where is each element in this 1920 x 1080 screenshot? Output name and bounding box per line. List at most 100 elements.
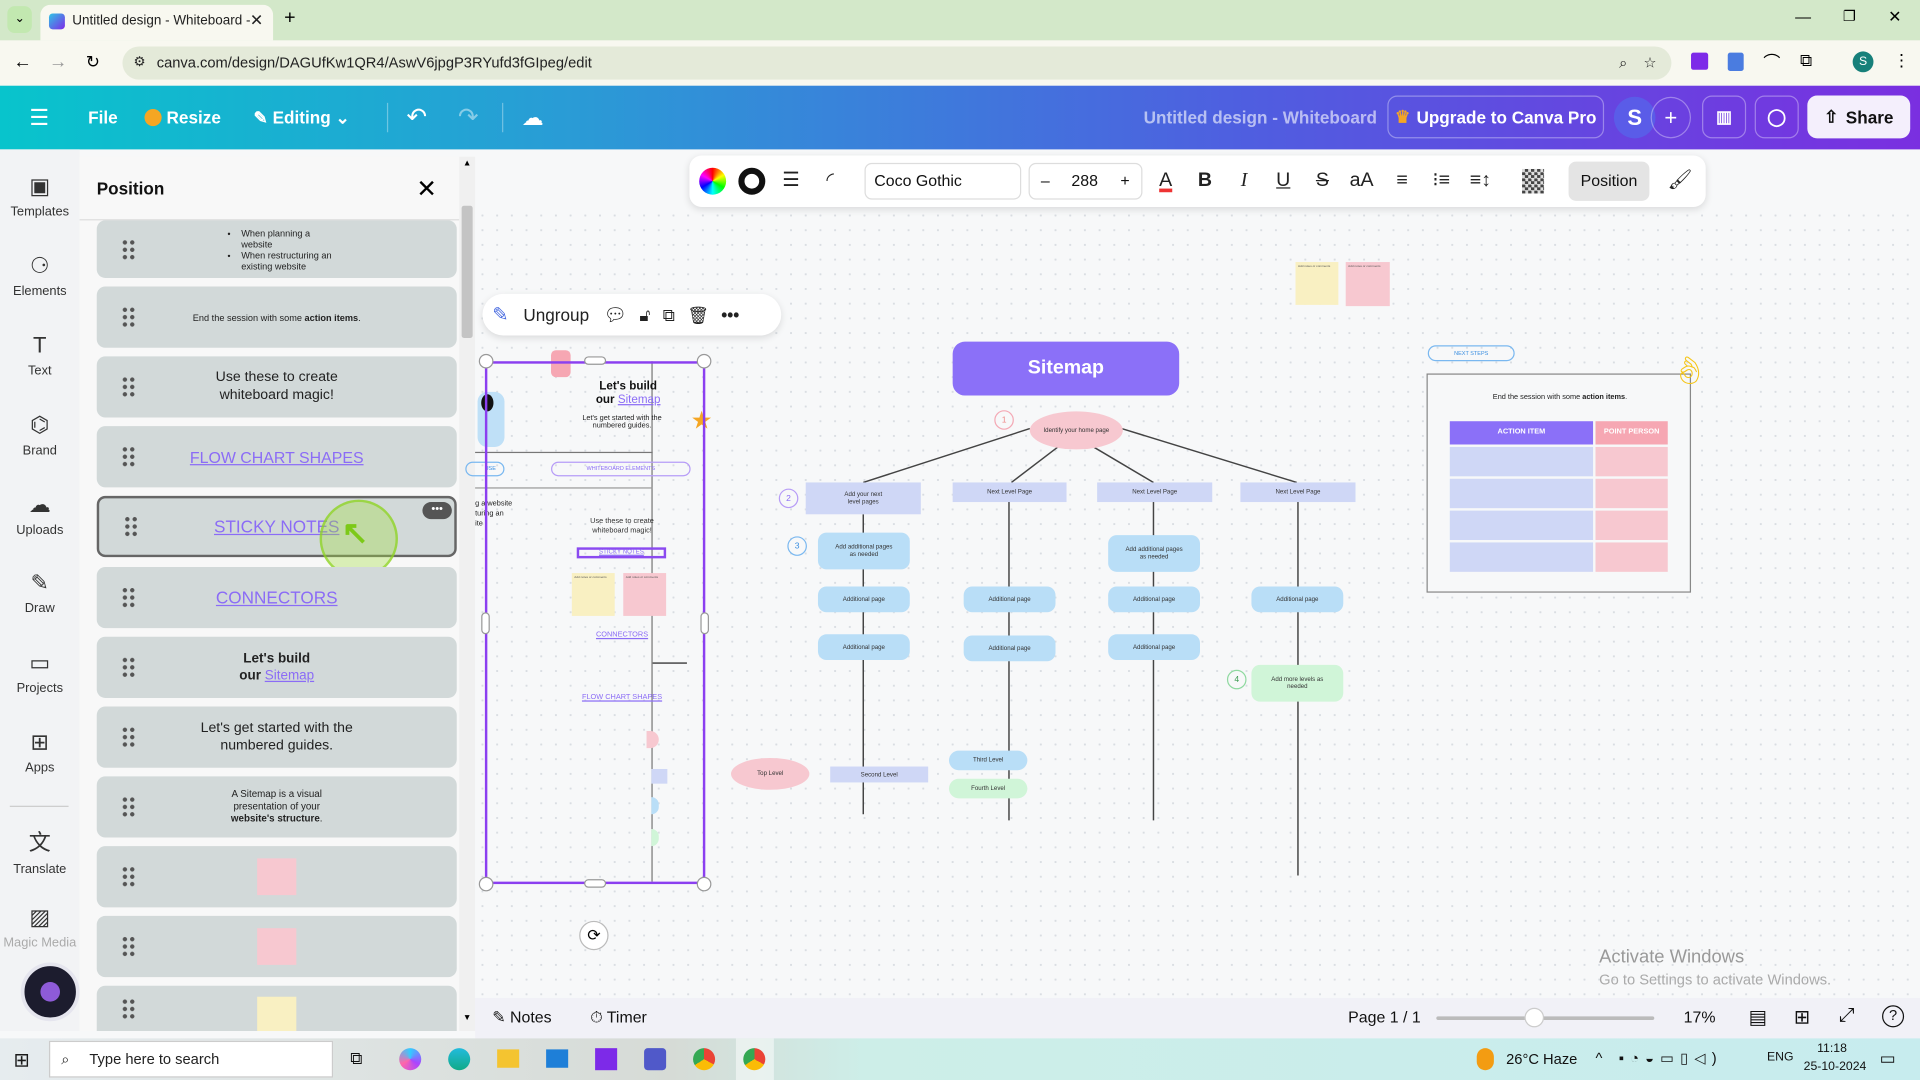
bold-icon[interactable]: B (1191, 156, 1218, 207)
zoom-slider-thumb[interactable] (1524, 1007, 1545, 1028)
drag-handle-icon[interactable] (123, 515, 139, 538)
rail-item-translate[interactable]: 文 Translate (0, 825, 80, 877)
legend-third-level[interactable]: Third Level (948, 750, 1028, 771)
close-window-button[interactable]: ✕ (1888, 7, 1901, 27)
text-color-icon[interactable]: A (1152, 156, 1179, 207)
undo-icon[interactable]: ↶ (407, 86, 428, 150)
notes-button[interactable]: ✎ Notes (492, 1008, 551, 1028)
corner-rounding-icon[interactable]: ◜ (817, 156, 844, 207)
scrollbar-thumb[interactable] (461, 205, 473, 338)
show-hidden-icons[interactable]: ^ (1596, 1049, 1603, 1066)
page-view-icon[interactable]: ▤ (1749, 1005, 1768, 1029)
rail-item-magic-media[interactable]: ▨ Magic Media (0, 905, 80, 950)
site-info-icon[interactable]: ⚙ (133, 47, 145, 80)
upgrade-button[interactable]: ♛ Upgrade to Canva Pro (1387, 95, 1605, 139)
increase-font-size-button[interactable]: + (1120, 164, 1129, 198)
rail-item-apps[interactable]: ⊞ Apps (0, 730, 80, 775)
layer-item[interactable] (96, 985, 457, 1032)
chrome-icon[interactable] (743, 1048, 766, 1071)
scroll-down-icon[interactable]: ▼ (463, 1014, 471, 1023)
browser-menu-icon[interactable]: ⋮ (1893, 50, 1910, 71)
magic-assistant-button[interactable] (20, 962, 80, 1022)
file-explorer-icon[interactable] (497, 1049, 520, 1068)
line-weight-icon[interactable]: ☰ (778, 156, 805, 207)
back-icon[interactable]: ← (13, 51, 31, 72)
drag-handle-icon[interactable] (121, 656, 136, 679)
resize-button[interactable]: Resize (144, 86, 221, 150)
layer-item[interactable]: FLOW CHART SHAPES (96, 426, 457, 488)
drag-handle-icon[interactable] (121, 238, 136, 261)
minimize-button[interactable]: — (1795, 7, 1811, 25)
extension-icon[interactable] (1727, 52, 1744, 72)
position-button[interactable]: Position (1568, 161, 1650, 201)
drag-handle-icon[interactable] (121, 997, 136, 1020)
scroll-up-icon[interactable]: ▲ (463, 159, 471, 168)
close-panel-icon[interactable]: ✕ (416, 174, 437, 205)
extension-icon[interactable] (1691, 52, 1709, 70)
drag-handle-icon[interactable] (121, 795, 136, 818)
drag-handle-icon[interactable] (121, 726, 136, 749)
font-size-input[interactable]: 288 (1071, 164, 1098, 198)
panel-scrollbar[interactable]: ▲ ▼ (459, 156, 476, 1032)
extensions-puzzle-icon[interactable]: ⧉ (1800, 50, 1812, 71)
bookmark-star-icon[interactable]: ☆ (1644, 47, 1657, 80)
cloud-saved-icon[interactable]: ☁ (522, 86, 544, 150)
share-button[interactable]: ⇧ Share (1807, 95, 1911, 139)
align-center-icon[interactable]: ≡ (1389, 156, 1416, 207)
rail-item-projects[interactable]: ▭ Projects (0, 650, 80, 695)
table-row[interactable] (1449, 510, 1668, 541)
layer-item[interactable]: CONNECTORS (96, 566, 457, 629)
redo-icon[interactable]: ↷ (458, 86, 479, 150)
font-family-select[interactable]: Coco Gothic (864, 162, 1022, 200)
grid-view-icon[interactable]: ⊞ (1794, 1005, 1810, 1029)
rail-item-uploads[interactable]: ☁ Uploads (0, 492, 80, 537)
new-tab-button[interactable]: + (284, 7, 295, 29)
page-node[interactable]: Additional page (1108, 634, 1201, 661)
fullscreen-icon[interactable]: ⤢ (1839, 1005, 1855, 1027)
user-avatar[interactable]: S (1613, 96, 1656, 139)
bullet-list-icon[interactable]: ⁝≡ (1428, 156, 1455, 207)
comment-icon[interactable]: ◯ (1754, 95, 1799, 139)
teams-icon[interactable] (644, 1048, 667, 1071)
home-page-node[interactable]: Identify your home page (1029, 411, 1123, 450)
tab-search-button[interactable]: ⌄ (7, 6, 32, 34)
page-node[interactable]: Additional page (963, 635, 1056, 662)
sticky-note[interactable]: Add notes or comments (1295, 262, 1339, 305)
profile-avatar[interactable]: S (1852, 51, 1874, 73)
edge-icon[interactable] (448, 1048, 471, 1071)
level-page-node[interactable]: Add your next level pages (805, 482, 921, 515)
page-node[interactable]: Additional page (817, 586, 910, 613)
table-row[interactable] (1449, 542, 1668, 572)
table-row[interactable] (1449, 478, 1668, 509)
reload-icon[interactable]: ↻ (86, 51, 100, 72)
rail-item-text[interactable]: T Text (0, 333, 80, 378)
invite-plus-button[interactable]: + (1650, 96, 1692, 139)
decrease-font-size-button[interactable]: – (1041, 164, 1050, 198)
paint-roller-icon[interactable]: 🖌︎ (1667, 156, 1694, 207)
page-node[interactable]: Add additional pages as needed (817, 532, 910, 570)
windows-start-icon[interactable]: ⊞ (13, 1048, 29, 1072)
chrome-icon[interactable] (693, 1048, 716, 1071)
forward-icon[interactable]: → (49, 51, 67, 72)
level-page-node[interactable]: Next Level Page (1240, 482, 1356, 503)
layer-item[interactable]: Let's get started with the numbered guid… (96, 706, 457, 768)
legend-second-level[interactable]: Second Level (830, 766, 929, 783)
page-node[interactable]: Additional page (963, 586, 1056, 613)
extension-icon[interactable]: ⌒ (1763, 50, 1780, 74)
letter-case-icon[interactable]: aA (1347, 156, 1376, 207)
whiteboard-canvas[interactable]: ★ Let's build our Sitemap Let's get start… (465, 208, 1920, 998)
page-node[interactable]: Additional page (1108, 586, 1201, 613)
editing-mode-button[interactable]: ✎ Editing ⌄ (253, 86, 349, 150)
restore-button[interactable]: ❐ (1843, 7, 1856, 24)
drag-handle-icon[interactable] (121, 445, 136, 468)
drag-handle-icon[interactable] (121, 586, 136, 609)
layer-item[interactable]: When planning a websiteWhen restructurin… (96, 220, 457, 278)
level-page-node[interactable]: Next Level Page (952, 482, 1067, 503)
sticky-note[interactable]: Add notes or comments (1345, 262, 1390, 307)
page-node[interactable]: Add more levels as needed (1251, 664, 1344, 702)
more-options-icon[interactable]: ••• (422, 502, 452, 520)
language-indicator[interactable]: ENG (1767, 1051, 1794, 1064)
layer-item[interactable]: A Sitemap is a visual presentation of yo… (96, 776, 457, 838)
task-view-icon[interactable]: ⧉ (350, 1048, 362, 1069)
url-input[interactable]: ⚙ canva.com/design/DAGUfKw1QR4/AswV6jpgP… (122, 46, 1672, 80)
